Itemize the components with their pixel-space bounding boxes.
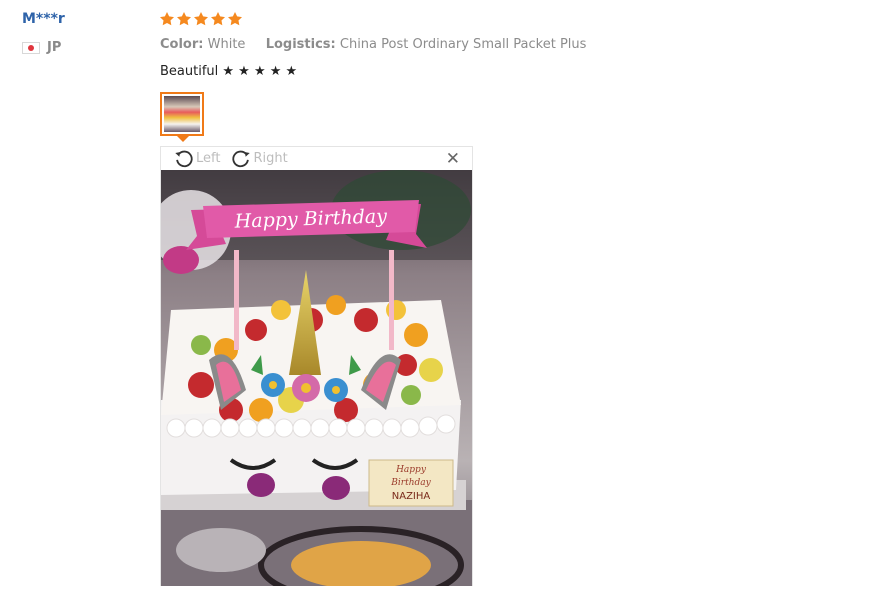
- rotate-left-icon: [175, 150, 193, 167]
- plaque-line3: NAZIHA: [392, 491, 431, 502]
- star-rating: [159, 11, 243, 27]
- plaque-line2: Birthday: [390, 478, 431, 488]
- star-icon: [211, 12, 225, 26]
- plaque-line1: Happy: [395, 465, 427, 475]
- photo-viewer: Left Right ✕ Happy Birthday Happy Birthd…: [160, 146, 473, 586]
- viewer-toolbar: Left Right ✕: [161, 147, 472, 170]
- star-icon: [194, 12, 208, 26]
- review-card: M***r JP Color: White Logistics: China P…: [0, 0, 869, 595]
- order-attributes: Color: White Logistics: China Post Ordin…: [160, 37, 586, 52]
- rotate-left-button[interactable]: Left: [173, 148, 220, 170]
- reviewer-country: JP: [22, 40, 61, 55]
- star-icon: [228, 12, 242, 26]
- rotate-right-label: Right: [253, 151, 288, 166]
- reviewer-name[interactable]: M***r: [22, 11, 65, 27]
- thumbnail-image: [164, 96, 200, 132]
- review-photo-thumbnail[interactable]: [160, 92, 204, 136]
- rotate-right-button[interactable]: Right: [230, 148, 288, 170]
- star-icon: [160, 12, 174, 26]
- review-text: Beautiful ★ ★ ★ ★ ★: [160, 64, 298, 79]
- color-label: Color:: [160, 37, 204, 52]
- rotate-left-label: Left: [196, 151, 221, 166]
- thumbnail-caret-icon: [177, 136, 189, 142]
- color-value: White: [207, 37, 246, 52]
- review-photo: Happy Birthday Happy Birthday NAZIHA: [161, 170, 472, 586]
- japan-flag-icon: [22, 41, 40, 54]
- rotate-right-icon: [232, 150, 251, 167]
- close-icon[interactable]: ✕: [446, 149, 460, 169]
- country-code: JP: [47, 40, 62, 55]
- star-icon: [177, 12, 191, 26]
- logistics-label: Logistics:: [265, 37, 336, 52]
- cake-photo-image: Happy Birthday Happy Birthday NAZIHA: [161, 170, 472, 586]
- logistics-value: China Post Ordinary Small Packet Plus: [339, 37, 587, 52]
